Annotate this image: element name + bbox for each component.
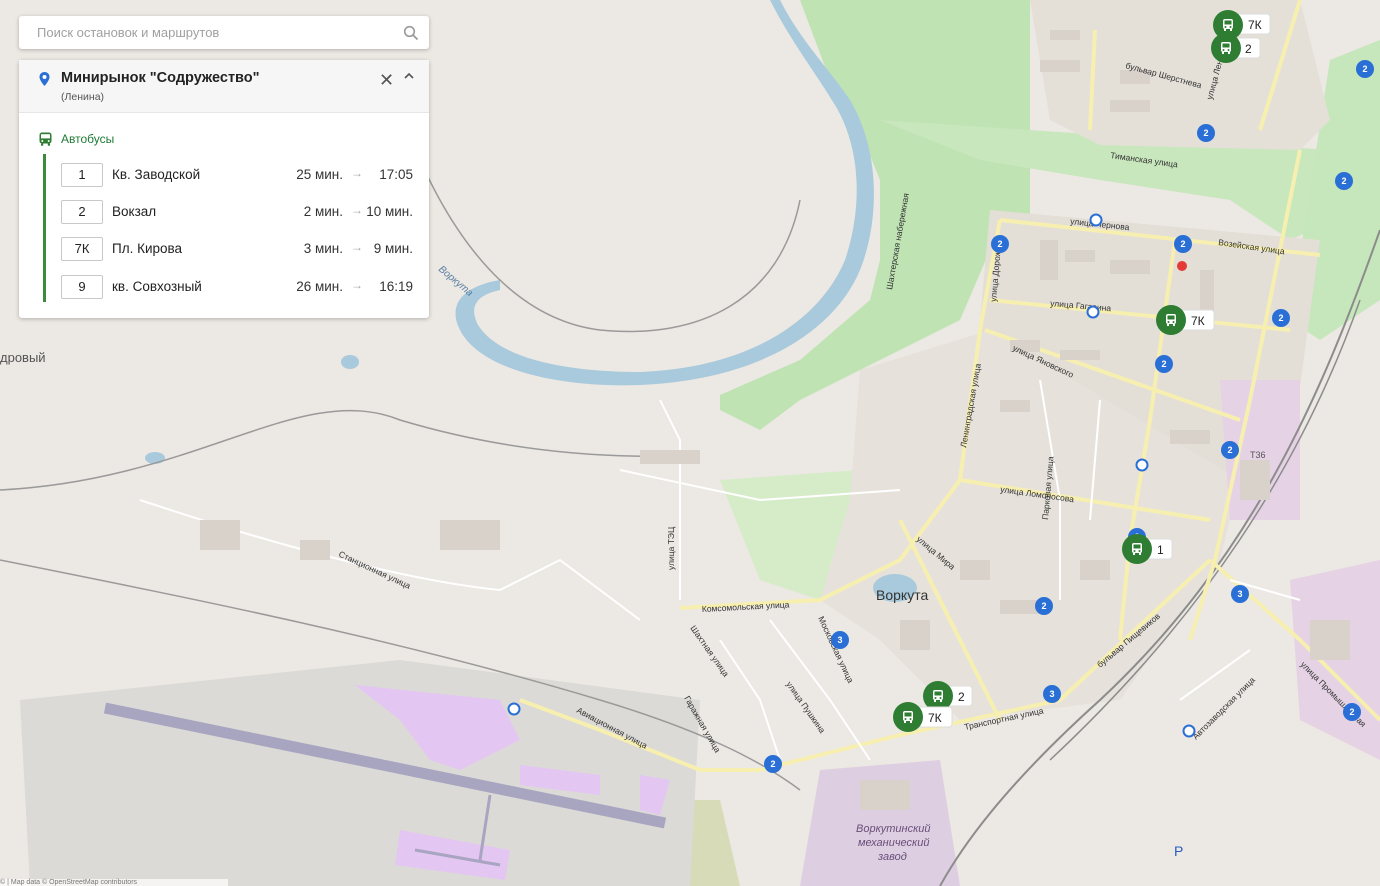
- svg-text:2: 2: [1180, 239, 1185, 249]
- svg-text:2: 2: [958, 690, 965, 704]
- district-label: дровый: [0, 350, 46, 365]
- following-arrival: 17:05: [379, 167, 413, 182]
- svg-text:7К: 7К: [928, 711, 942, 725]
- close-icon[interactable]: ✕: [379, 70, 394, 91]
- factory-label-3: завод: [877, 851, 907, 863]
- svg-text:2: 2: [997, 239, 1002, 249]
- cluster-badge[interactable]: 3: [831, 631, 849, 649]
- cluster-badge[interactable]: 2: [1221, 441, 1239, 459]
- parking-icon: P: [1174, 843, 1183, 859]
- chevron-up-icon[interactable]: [402, 69, 416, 83]
- svg-text:7К: 7К: [1191, 314, 1205, 328]
- stop-marker[interactable]: [1135, 458, 1149, 472]
- cluster-badge[interactable]: 2: [991, 235, 1009, 253]
- cluster-badge[interactable]: 2: [764, 755, 782, 773]
- svg-text:3: 3: [837, 635, 842, 645]
- cluster-badge[interactable]: 2: [1197, 124, 1215, 142]
- bus-marker[interactable]: 2: [1211, 33, 1261, 63]
- route-number: 9: [61, 275, 103, 299]
- route-destination: Вокзал: [112, 204, 157, 219]
- svg-text:2: 2: [1161, 359, 1166, 369]
- svg-text:3: 3: [1237, 589, 1242, 599]
- bus-marker[interactable]: 1: [1122, 534, 1173, 564]
- stop-marker[interactable]: [1182, 724, 1196, 738]
- svg-text:2: 2: [1278, 313, 1283, 323]
- arrow-right-icon: →: [351, 278, 363, 292]
- search-icon[interactable]: [403, 25, 419, 41]
- arrow-right-icon: →: [351, 203, 363, 217]
- cluster-badge[interactable]: 2: [1035, 597, 1053, 615]
- route-number: 2: [61, 200, 103, 224]
- cluster-badge[interactable]: 2: [1155, 355, 1173, 373]
- factory-label-1: Воркутинский: [856, 823, 931, 835]
- svg-text:2: 2: [1041, 601, 1046, 611]
- svg-text:1: 1: [1157, 543, 1164, 557]
- search-box: [19, 16, 429, 49]
- cluster-badge[interactable]: 2: [1174, 235, 1192, 253]
- route-row-2[interactable]: 2 Вокзал 2 мин. → 10 мин.: [61, 200, 413, 224]
- route-row-7k[interactable]: 7К Пл. Кирова 3 мин. → 9 мин.: [61, 237, 413, 261]
- search-input[interactable]: [19, 16, 407, 49]
- factory-label-2: механический: [858, 837, 929, 849]
- next-arrival: 3 мин.: [303, 241, 343, 256]
- cluster-badge[interactable]: 3: [1231, 585, 1249, 603]
- svg-text:2: 2: [1227, 445, 1232, 455]
- stop-marker[interactable]: [1089, 213, 1103, 227]
- next-arrival: 25 мин.: [296, 167, 343, 182]
- route-number: 7К: [61, 237, 103, 261]
- next-arrival: 2 мин.: [303, 204, 343, 219]
- bus-icon: [39, 132, 52, 146]
- cluster-badge[interactable]: 2: [1343, 703, 1361, 721]
- route-destination: Пл. Кирова: [112, 241, 183, 256]
- selected-stop-dot: [1177, 261, 1187, 271]
- svg-text:7К: 7К: [1248, 18, 1262, 32]
- location-pin-icon: [39, 72, 50, 86]
- route-destination: кв. Совхозный: [112, 279, 202, 294]
- cluster-badge[interactable]: 2: [1335, 172, 1353, 190]
- map-attribution[interactable]: © | Map data © OpenStreetMap contributor…: [0, 879, 228, 886]
- stop-subtitle: (Ленина): [61, 91, 105, 103]
- svg-text:2: 2: [1349, 707, 1354, 717]
- bus-marker[interactable]: 7К: [1156, 305, 1215, 335]
- cluster-badge[interactable]: 3: [1043, 685, 1061, 703]
- svg-text:3: 3: [1049, 689, 1054, 699]
- bus-section-label: Автобусы: [61, 132, 115, 146]
- following-arrival: 9 мин.: [373, 241, 413, 256]
- code-label: Т36: [1250, 450, 1266, 460]
- stop-info-panel: Минирынок "Содружество" (Ленина) ✕ Автоб…: [19, 60, 429, 318]
- following-arrival: 10 мин.: [366, 204, 413, 219]
- bus-marker[interactable]: 7К: [893, 702, 953, 732]
- route-row-9[interactable]: 9 кв. Совхозный 26 мин. → 16:19: [61, 275, 413, 299]
- route-number: 1: [61, 163, 103, 187]
- svg-text:2: 2: [1341, 176, 1346, 186]
- city-label: Воркута: [876, 587, 928, 603]
- svg-text:2: 2: [1245, 42, 1252, 56]
- route-destination: Кв. Заводской: [112, 167, 201, 182]
- stop-marker[interactable]: [507, 702, 521, 716]
- svg-text:2: 2: [1203, 128, 1208, 138]
- route-row-1[interactable]: 1 Кв. Заводской 25 мин. → 17:05: [61, 163, 413, 187]
- route-line-indicator: [43, 154, 46, 302]
- cluster-badge[interactable]: 2: [1356, 60, 1374, 78]
- arrow-right-icon: →: [351, 240, 363, 254]
- svg-text:2: 2: [770, 759, 775, 769]
- next-arrival: 26 мин.: [296, 279, 343, 294]
- svg-text:2: 2: [1362, 64, 1367, 74]
- stop-title: Минирынок "Содружество": [61, 70, 260, 86]
- following-arrival: 16:19: [379, 279, 413, 294]
- street-label: улица ТЭЦ: [666, 526, 676, 570]
- cluster-badge[interactable]: 2: [1272, 309, 1290, 327]
- arrow-right-icon: →: [351, 166, 363, 180]
- stop-header: Минирынок "Содружество" (Ленина) ✕: [19, 60, 429, 113]
- stop-marker[interactable]: [1086, 305, 1100, 319]
